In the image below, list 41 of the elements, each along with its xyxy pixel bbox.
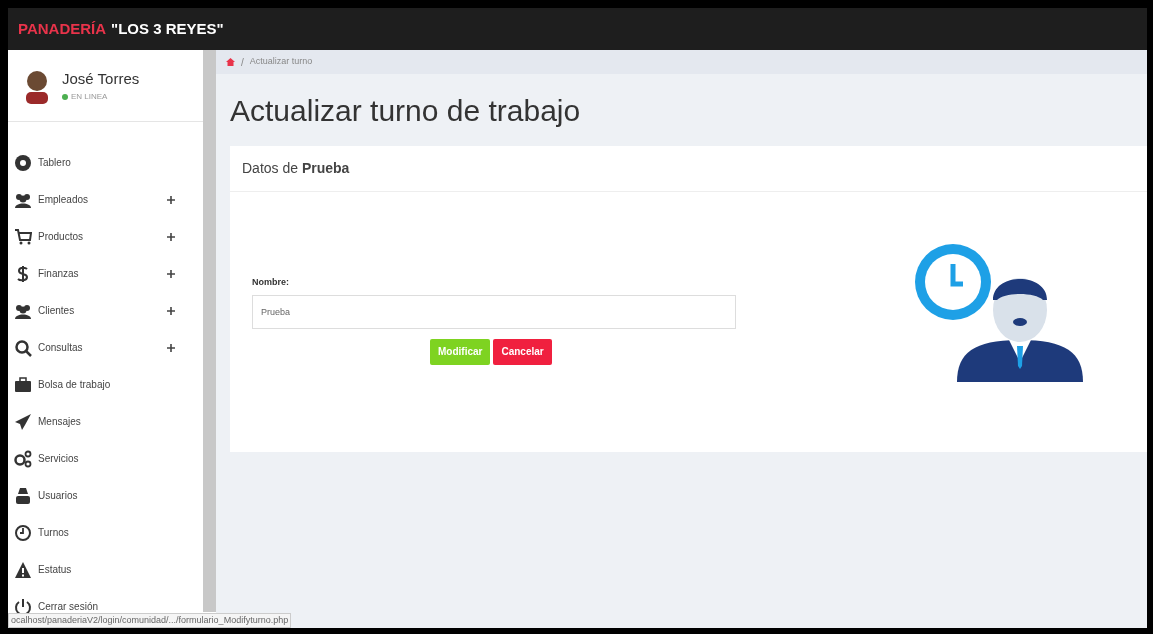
sidebar-item[interactable]: Bolsa de trabajo — [38, 377, 197, 392]
brand-subtitle: "LOS 3 REYES" — [111, 18, 224, 39]
power-icon — [14, 597, 32, 616]
status-url-tooltip: ocalhost/panaderiaV2/login/comunidad/.../formulario_Modifyturno.php — [8, 612, 292, 628]
cart-icon — [14, 227, 32, 246]
sidebar-item[interactable]: Mensajes — [38, 414, 197, 429]
dashboard-icon — [14, 153, 32, 172]
user-name: José Torres — [62, 69, 140, 90]
field-label: Nombre: — [252, 276, 290, 289]
sidebar-item[interactable]: Finanzas — [38, 266, 161, 281]
sidebar-item[interactable]: Productos — [38, 229, 161, 244]
sidebar-item[interactable]: Consultas — [38, 340, 161, 355]
warning-icon — [14, 560, 32, 579]
plus-icon[interactable] — [167, 343, 175, 352]
brand-name: PANADERÍA — [18, 18, 107, 39]
sidebar-item[interactable]: Cerrar sesión — [38, 599, 197, 614]
plus-icon[interactable] — [167, 232, 175, 241]
sidebar-item[interactable]: Empleados — [38, 192, 161, 207]
breadcrumb-current: Actualizar turno — [249, 55, 313, 69]
sidebar-item[interactable]: Servicios — [38, 451, 197, 466]
breadcrumb-separator: / — [241, 55, 244, 70]
card-title: Datos de Prueba — [242, 159, 350, 178]
sidebar-item[interactable]: Usuarios — [38, 488, 197, 503]
name-input[interactable]: Prueba — [252, 294, 736, 329]
plus-icon[interactable] — [167, 195, 175, 204]
cancel-button[interactable]: Cancelar — [493, 338, 552, 365]
page-title: Actualizar turno de trabajo — [230, 93, 582, 129]
home-icon — [226, 58, 235, 66]
sidebar-item[interactable]: Estatus — [38, 562, 197, 577]
sidebar-item[interactable]: Clientes — [38, 303, 161, 318]
plus-icon[interactable] — [167, 269, 175, 278]
clock-icon — [14, 523, 32, 542]
sidebar-item[interactable]: Turnos — [38, 525, 197, 540]
paper-plane-icon — [14, 412, 32, 431]
sidebar-item[interactable]: Tablero — [38, 155, 197, 170]
user-hat-icon — [14, 486, 32, 505]
briefcase-icon — [14, 375, 32, 394]
gears-icon — [14, 449, 32, 468]
plus-icon[interactable] — [167, 306, 175, 315]
user-status: EN LINEA — [71, 90, 108, 103]
search-icon — [14, 338, 32, 357]
